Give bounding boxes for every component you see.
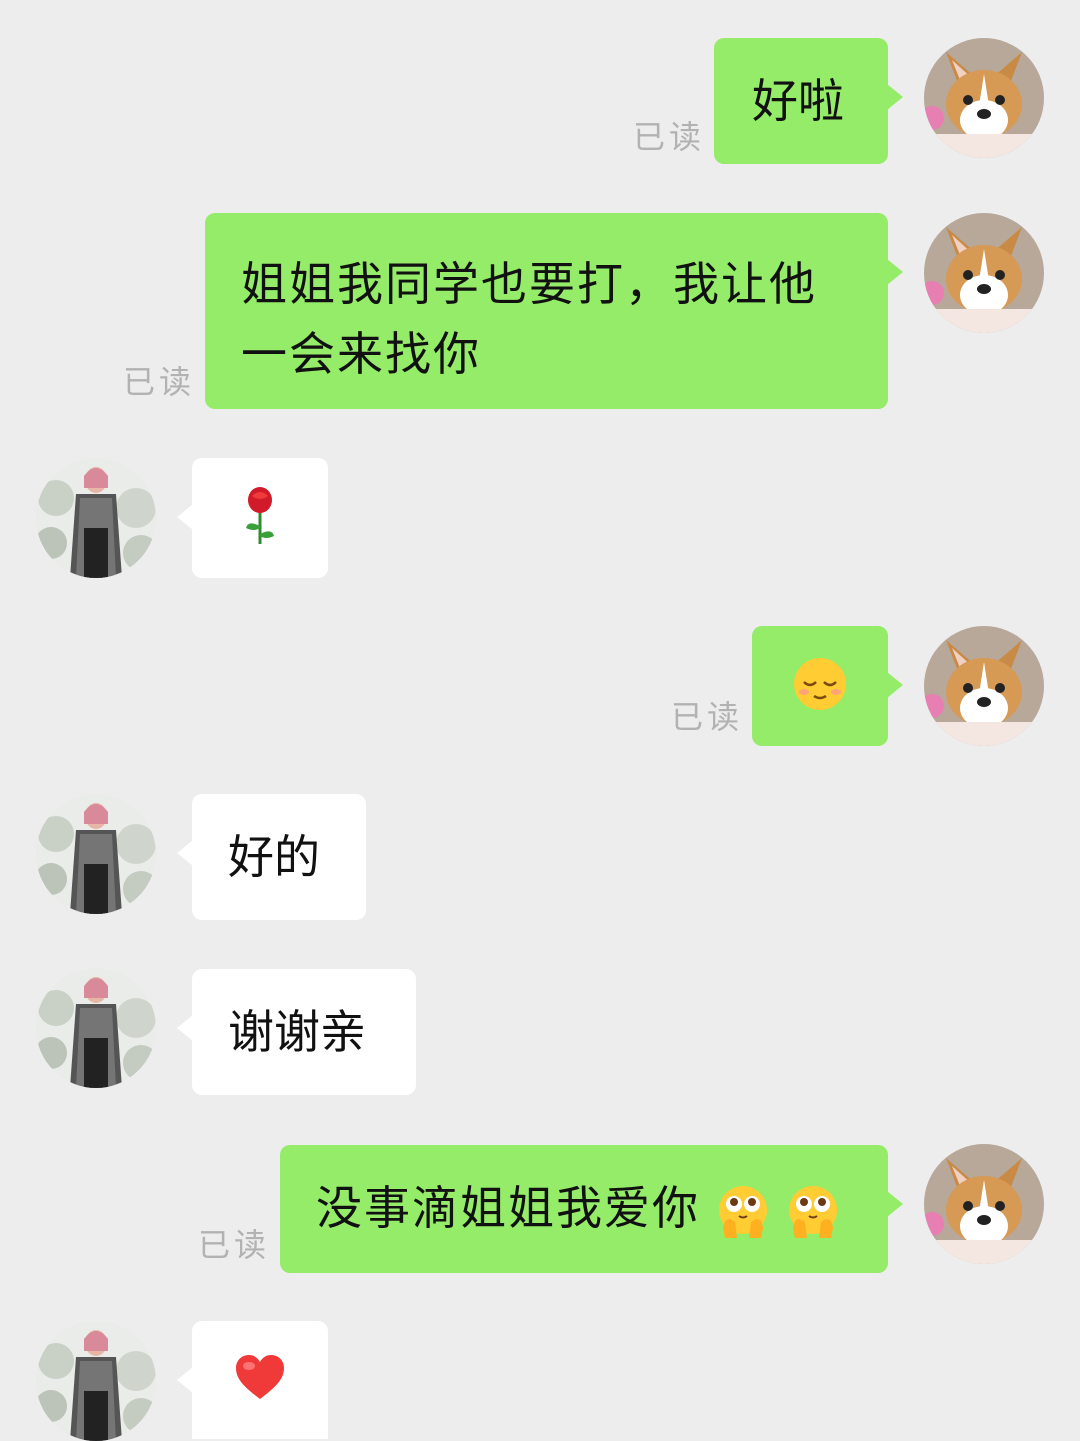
corgi-avatar-icon [924,213,1044,333]
my-avatar-corgi[interactable] [924,213,1044,333]
person-avatar-icon [36,968,156,1088]
read-status: 已读 [123,363,196,401]
my-avatar-corgi[interactable] [924,38,1044,158]
message-text: 好啦 [752,74,844,128]
relieved-face-emoji [792,656,848,712]
outgoing-message-bubble[interactable]: 好啦 [714,38,903,164]
read-status: 已读 [671,698,744,736]
outgoing-message-bubble[interactable]: 没事滴姐姐我爱你 [280,1145,903,1273]
message-text: 谢谢亲 [228,1005,366,1059]
pleading-hands-emoji [785,1184,841,1240]
contact-avatar[interactable] [36,458,156,578]
corgi-avatar-icon [924,1144,1044,1264]
outgoing-message-bubble[interactable]: 姐姐我同学也要打，我让他 一会来找你 [205,213,903,409]
message-text-line: 姐姐我同学也要打，我让他 [241,257,817,311]
message-text-line: 一会来找你 [241,327,481,381]
contact-avatar[interactable] [36,968,156,1088]
my-avatar-corgi[interactable] [924,1144,1044,1264]
corgi-avatar-icon [924,38,1044,158]
person-avatar-icon [36,458,156,578]
rose-emoji [240,486,280,546]
contact-avatar[interactable] [36,1321,156,1441]
corgi-avatar-icon [924,626,1044,746]
incoming-message-bubble[interactable]: 好的 [177,794,366,920]
incoming-message-bubble[interactable] [177,458,328,578]
incoming-message-bubble[interactable] [177,1321,328,1439]
incoming-message-bubble[interactable]: 谢谢亲 [177,969,416,1095]
read-status: 已读 [633,118,706,156]
message-text: 好的 [228,830,320,884]
message-text: 没事滴姐姐我爱你 [316,1181,700,1235]
person-avatar-icon [36,794,156,914]
outgoing-message-bubble[interactable] [752,626,903,746]
pleading-hands-emoji [715,1184,771,1240]
person-avatar-icon [36,1321,156,1441]
contact-avatar[interactable] [36,794,156,914]
read-status: 已读 [198,1226,271,1264]
red-heart-emoji [234,1353,286,1401]
my-avatar-corgi[interactable] [924,626,1044,746]
